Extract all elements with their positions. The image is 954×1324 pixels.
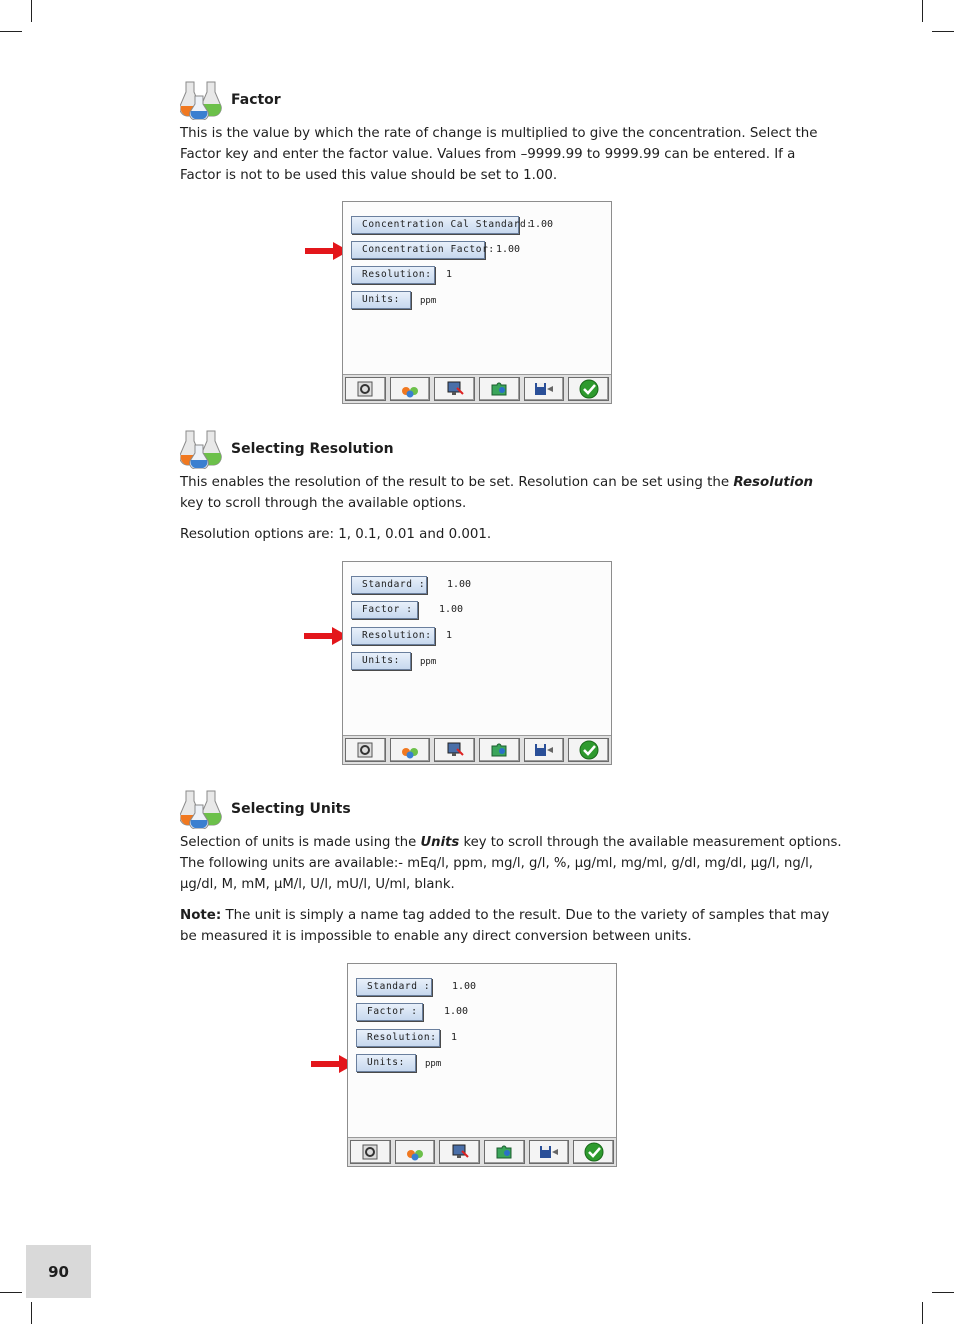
paragraph: This is the value by which the rate of c… xyxy=(180,126,818,183)
settings-button[interactable] xyxy=(479,377,520,401)
note-label: Note: xyxy=(180,908,222,923)
tools-button[interactable] xyxy=(350,1140,391,1164)
paragraph: Note: The unit is simply a name tag adde… xyxy=(180,905,840,947)
monitor-icon xyxy=(447,742,464,756)
tools-icon xyxy=(357,742,373,758)
field-value: ppm xyxy=(420,657,437,667)
paragraph: This enables the resolution of the resul… xyxy=(180,472,840,514)
paragraph: Selection of units is made using the Uni… xyxy=(180,832,842,895)
crop-mark xyxy=(0,1292,22,1293)
field-value: 1 xyxy=(451,1032,458,1043)
field-value: 1.00 xyxy=(452,981,477,992)
method-button[interactable] xyxy=(389,377,431,401)
confirm-check-icon xyxy=(579,740,599,760)
settings-button[interactable] xyxy=(484,1140,525,1164)
key-name: Resolution xyxy=(733,475,814,490)
softkey-resolution[interactable]: Resolution: xyxy=(351,627,435,645)
gear-puzzle-icon xyxy=(491,743,507,757)
softkey-factor[interactable]: Factor : xyxy=(351,601,418,619)
softkey-concentration-cal-standard[interactable]: Concentration Cal Standard: xyxy=(351,216,532,234)
section-title: Selecting Resolution xyxy=(231,441,394,457)
flask-icon xyxy=(402,748,418,759)
crop-mark xyxy=(932,31,954,32)
save-button[interactable] xyxy=(523,377,565,401)
display-button[interactable] xyxy=(434,738,476,762)
instrument-screen: Standard : 1.00 Factor : 1.00 Resolution… xyxy=(347,963,617,1167)
softkey-resolution[interactable]: Resolution: xyxy=(356,1029,440,1047)
softkey-standard[interactable]: Standard : xyxy=(356,978,432,996)
field-value: ppm xyxy=(420,296,437,306)
field-value: 1.00 xyxy=(439,604,464,615)
text-run: key to scroll through the available opti… xyxy=(180,496,467,511)
monitor-icon xyxy=(447,381,464,395)
crop-mark xyxy=(922,1302,923,1324)
save-icon xyxy=(535,383,554,395)
save-icon xyxy=(535,744,554,756)
softkey-units[interactable]: Units: xyxy=(351,652,411,670)
tools-icon xyxy=(357,381,373,397)
method-button[interactable] xyxy=(394,1140,436,1164)
section-title: Selecting Units xyxy=(231,801,351,817)
screen-toolbar xyxy=(343,735,611,764)
instrument-screen: Standard : 1.00 Factor : 1.00 Resolution… xyxy=(342,561,612,765)
field-value: 1 xyxy=(446,269,453,280)
tools-icon xyxy=(362,1144,378,1160)
crop-mark xyxy=(0,31,22,32)
text-run: The unit is simply a name tag added to t… xyxy=(180,908,830,944)
crop-mark xyxy=(932,1292,954,1293)
crop-mark xyxy=(922,0,923,22)
screen-toolbar xyxy=(348,1137,616,1166)
field-value: 1.00 xyxy=(447,579,472,590)
flask-icon xyxy=(407,1150,423,1161)
display-button[interactable] xyxy=(434,377,476,401)
page-number: 90 xyxy=(26,1245,91,1298)
key-name: Units xyxy=(420,835,460,850)
confirm-button[interactable] xyxy=(568,377,610,401)
field-value: 1.00 xyxy=(496,244,521,255)
field-value: ppm xyxy=(425,1059,442,1069)
section-title: Factor xyxy=(231,92,281,108)
crop-mark xyxy=(31,1302,32,1324)
tools-button[interactable] xyxy=(345,377,386,401)
save-button[interactable] xyxy=(523,738,565,762)
gear-puzzle-icon xyxy=(491,382,507,396)
text-run: Selection of units is made using the xyxy=(180,835,421,850)
softkey-units[interactable]: Units: xyxy=(356,1054,416,1072)
text-run: This enables the resolution of the resul… xyxy=(180,475,734,490)
tools-button[interactable] xyxy=(345,738,386,762)
section-header-resolution: Selecting Resolution xyxy=(179,427,394,470)
softkey-units[interactable]: Units: xyxy=(351,291,411,309)
flask-icon xyxy=(179,427,222,470)
flask-icon xyxy=(402,387,418,398)
paragraph: Resolution options are: 1, 0.1, 0.01 and… xyxy=(180,527,492,542)
gear-puzzle-icon xyxy=(496,1145,512,1159)
screen-toolbar xyxy=(343,374,611,403)
flask-icon xyxy=(179,787,222,830)
softkey-factor[interactable]: Factor : xyxy=(356,1003,423,1021)
field-value: 1.00 xyxy=(529,219,554,230)
method-button[interactable] xyxy=(389,738,431,762)
section-header-units: Selecting Units xyxy=(179,787,351,830)
softkey-standard[interactable]: Standard : xyxy=(351,576,427,594)
confirm-check-icon xyxy=(584,1142,604,1162)
save-button[interactable] xyxy=(528,1140,570,1164)
display-button[interactable] xyxy=(439,1140,481,1164)
crop-mark xyxy=(31,0,32,22)
confirm-button[interactable] xyxy=(568,738,610,762)
confirm-check-icon xyxy=(579,379,599,399)
confirm-button[interactable] xyxy=(573,1140,615,1164)
monitor-icon xyxy=(452,1144,469,1158)
section-header-factor: Factor xyxy=(179,78,281,121)
field-value: 1 xyxy=(446,630,453,641)
softkey-concentration-factor[interactable]: Concentration Factor: xyxy=(351,241,494,259)
settings-button[interactable] xyxy=(479,738,520,762)
field-value: 1.00 xyxy=(444,1006,469,1017)
save-icon xyxy=(540,1146,559,1158)
instrument-screen: Concentration Cal Standard: 1.00 Concent… xyxy=(342,201,612,404)
softkey-resolution[interactable]: Resolution: xyxy=(351,266,435,284)
flask-icon xyxy=(179,78,222,121)
